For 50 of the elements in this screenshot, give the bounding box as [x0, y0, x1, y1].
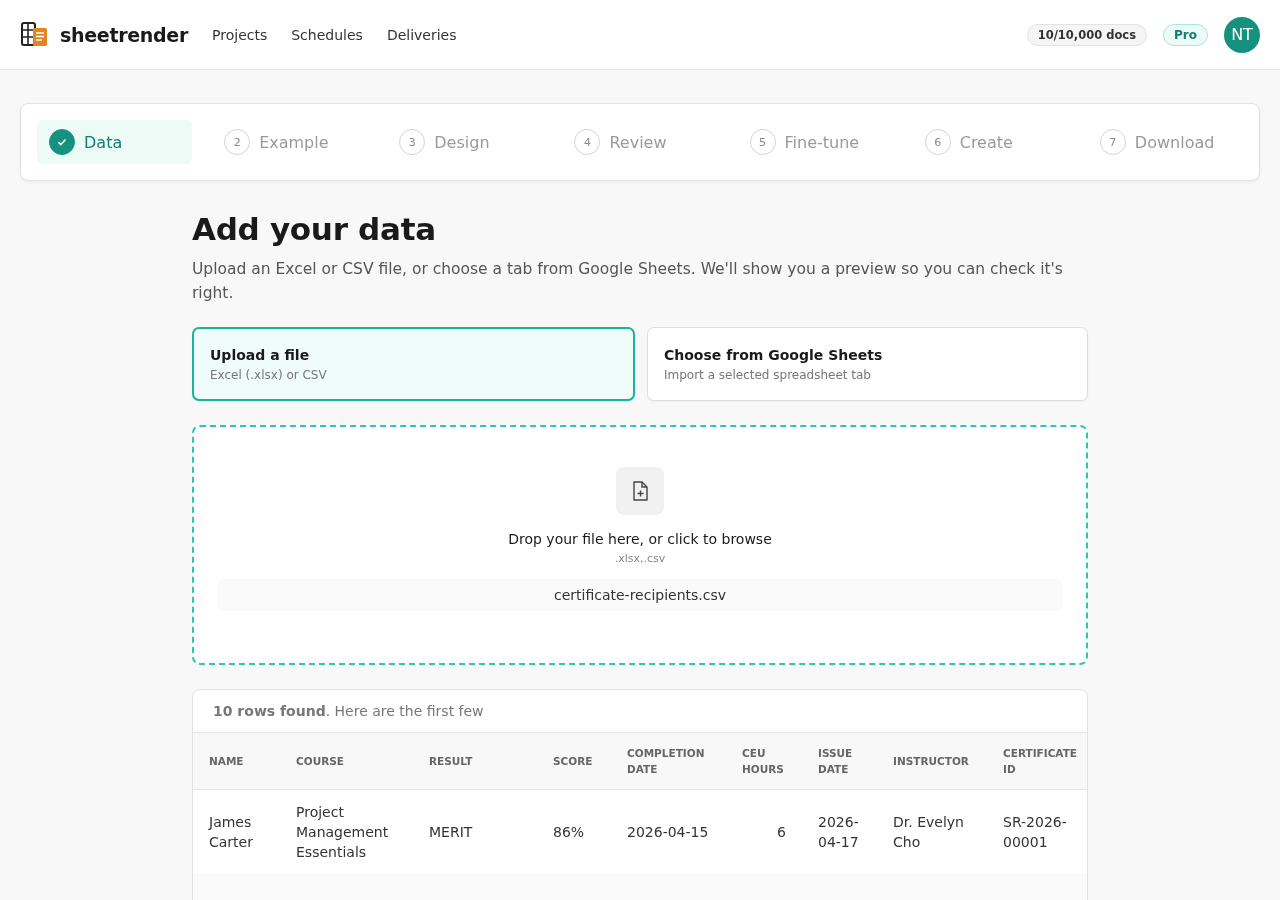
- step-tab[interactable]: 6 Create: [912, 120, 1068, 164]
- step-tab[interactable]: 7 Download: [1087, 120, 1243, 164]
- table-cell: Project Management Essentials: [296, 804, 389, 860]
- step-tab[interactable]: Data: [37, 120, 193, 164]
- step-tab[interactable]: 4 Review: [562, 120, 718, 164]
- table-cell: 6: [777, 824, 786, 840]
- user-avatar[interactable]: NT: [1224, 16, 1260, 53]
- column-header: CEU HOURS: [726, 733, 802, 790]
- table-cell: James Carter: [209, 814, 253, 850]
- column-header: SCORE: [537, 733, 611, 790]
- nav-link[interactable]: Deliveries: [386, 26, 457, 43]
- page-heading: Add your data: [192, 211, 437, 247]
- selected-file: certificate-recipients.csv: [218, 579, 1062, 611]
- intro-text: Upload an Excel or CSV file, or choose a tab from Google Sheets. We'll show you a preview so you can check it's right.: [192, 259, 1064, 304]
- check-icon: [49, 129, 75, 155]
- drop-prompt: Drop your file here, or click to browse: [508, 531, 772, 547]
- column-header: ISSUE DATE: [802, 733, 877, 790]
- usage-badge: 10/10,000 docs: [1026, 23, 1148, 46]
- column-header: RESULT: [413, 733, 537, 790]
- column-header: COURSE: [280, 733, 413, 790]
- step-label: Example: [259, 132, 329, 152]
- step-tab[interactable]: 3 Design: [387, 120, 543, 164]
- table-cell: MERIT: [429, 824, 473, 840]
- source-option[interactable]: Upload a file Excel (.xlsx) or CSV: [192, 327, 635, 401]
- table-cell: 2026-04-15: [627, 824, 709, 840]
- table-cell: SR-2026-00001: [1003, 814, 1067, 850]
- table-cell: Dr. Evelyn Cho: [893, 814, 964, 850]
- column-header: NAME: [193, 733, 280, 790]
- table-cell: 86%: [553, 824, 585, 840]
- nav-link[interactable]: Projects: [212, 26, 268, 43]
- step-tab[interactable]: 2 Example: [212, 120, 368, 164]
- drop-zone[interactable]: Drop your file here, or click to browse .xlsx,.csv certificate-recipients.csv: [192, 425, 1088, 665]
- source-option[interactable]: Choose from Google Sheets Import a selected spreadsheet tab: [647, 327, 1088, 401]
- column-header: CERTIFICATE ID: [987, 733, 1087, 790]
- table-cell: 2026-04-17: [818, 814, 859, 850]
- accepted-types: .xlsx,.csv: [614, 552, 666, 565]
- nav-link[interactable]: Schedules: [291, 26, 363, 43]
- step-label: Create: [959, 132, 1013, 152]
- column-header: COMPLETION DATE: [611, 733, 726, 790]
- brand-name[interactable]: sheetrender: [60, 23, 189, 46]
- step-label: Review: [609, 132, 667, 152]
- step-label: Data: [84, 132, 123, 152]
- column-header: INSTRUCTOR: [877, 733, 987, 790]
- step-label: Fine-tune: [784, 132, 860, 152]
- logo-icon: [20, 20, 50, 49]
- step-label: Design: [434, 132, 490, 152]
- file-add-icon: [616, 467, 664, 515]
- step-label: Download: [1134, 132, 1215, 152]
- plan-badge: Pro: [1163, 23, 1208, 46]
- step-tab[interactable]: 5 Fine-tune: [737, 120, 893, 164]
